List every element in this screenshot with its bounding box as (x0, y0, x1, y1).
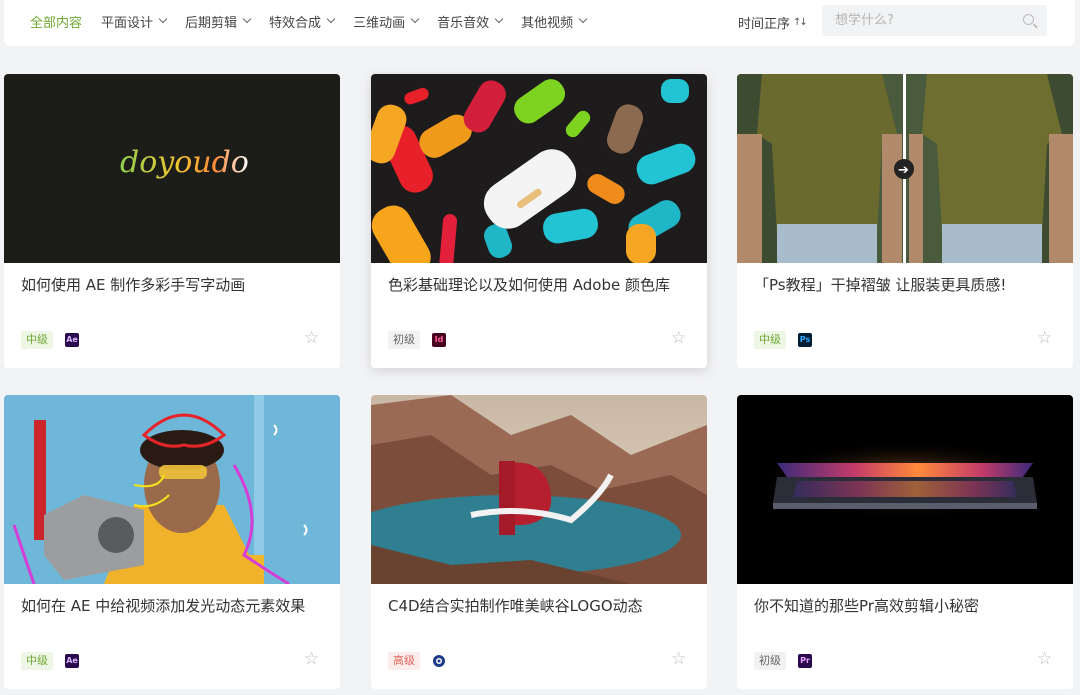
course-card[interactable]: 色彩基础理论以及如何使用 Adobe 颜色库 初级 Id ☆ (371, 74, 707, 368)
nav-item-all[interactable]: 全部内容 (30, 12, 82, 31)
search-input[interactable] (822, 5, 1015, 36)
nav-item-3d-animation[interactable]: 三维动画 (353, 12, 420, 31)
course-card[interactable]: doyoudo 如何使用 AE 制作多彩手写字动画 中级 Ae ☆ (4, 74, 340, 368)
course-thumbnail[interactable]: doyoudo (4, 74, 340, 263)
level-badge: 高级 (388, 652, 420, 670)
course-thumbnail[interactable]: ➔ (737, 74, 1073, 263)
level-badge: 初级 (754, 652, 786, 670)
chevron-down-icon (326, 14, 336, 24)
course-thumbnail[interactable] (737, 395, 1073, 584)
star-icon[interactable]: ☆ (304, 329, 319, 347)
level-badge: 中级 (21, 331, 53, 349)
chevron-down-icon (578, 14, 588, 24)
course-title[interactable]: 如何在 AE 中给视频添加发光动态元素效果 (21, 595, 305, 616)
course-thumbnail[interactable] (371, 395, 707, 584)
sort-ascending-icon: ↑↓ (793, 17, 808, 28)
course-title[interactable]: 「Ps教程」干掉褶皱 让服装更具质感! (754, 274, 1006, 295)
star-icon[interactable]: ☆ (1037, 650, 1052, 668)
indesign-icon: Id (432, 333, 446, 347)
chevron-down-icon (410, 14, 420, 24)
star-icon[interactable]: ☆ (671, 650, 686, 668)
search-box (822, 5, 1047, 36)
nav-item-vfx-compositing[interactable]: 特效合成 (269, 12, 336, 31)
nav-item-other-video[interactable]: 其他视频 (521, 12, 588, 31)
course-card[interactable]: 你不知道的那些Pr高效剪辑小秘密 初级 Pr ☆ (737, 395, 1073, 689)
course-title[interactable]: 你不知道的那些Pr高效剪辑小秘密 (754, 595, 979, 616)
logo-script-text: doyoudo (120, 145, 249, 180)
category-nav: 全部内容 平面设计 后期剪辑 特效合成 三维动画 音乐音效 其他视频 (30, 0, 605, 42)
nav-item-label: 全部内容 (30, 15, 83, 31)
course-title[interactable]: 如何使用 AE 制作多彩手写字动画 (21, 274, 245, 295)
level-badge: 中级 (21, 652, 53, 670)
after-effects-icon: Ae (65, 654, 79, 668)
nav-item-graphic-design[interactable]: 平面设计 (101, 12, 168, 31)
nav-item-label: 平面设计 (101, 15, 154, 31)
star-icon[interactable]: ☆ (1037, 329, 1052, 347)
chevron-down-icon (494, 14, 504, 24)
cinema-4d-icon (432, 654, 446, 668)
star-icon[interactable]: ☆ (671, 329, 686, 347)
course-title[interactable]: C4D结合实拍制作唯美峡谷LOGO动态 (388, 595, 643, 616)
chevron-down-icon (158, 14, 168, 24)
level-badge: 初级 (388, 331, 420, 349)
nav-item-label: 三维动画 (353, 15, 406, 31)
after-effects-icon: Ae (65, 333, 79, 347)
nav-item-label: 其他视频 (521, 15, 574, 31)
course-card[interactable]: C4D结合实拍制作唯美峡谷LOGO动态 高级 ☆ (371, 395, 707, 689)
search-icon[interactable] (1023, 14, 1034, 25)
top-filter-bar: 全部内容 平面设计 后期剪辑 特效合成 三维动画 音乐音效 其他视频 时间正序 … (4, 0, 1075, 46)
nav-item-post-editing[interactable]: 后期剪辑 (185, 12, 252, 31)
nav-item-label: 后期剪辑 (185, 15, 238, 31)
nav-item-music-sfx[interactable]: 音乐音效 (437, 12, 504, 31)
nav-item-label: 音乐音效 (437, 15, 490, 31)
sort-toggle[interactable]: 时间正序 ↑↓ (738, 13, 808, 32)
sort-label: 时间正序 (738, 17, 791, 32)
svg-text:➔: ➔ (898, 163, 909, 178)
course-card[interactable]: 如何在 AE 中给视频添加发光动态元素效果 中级 Ae ☆ (4, 395, 340, 689)
premiere-pro-icon: Pr (798, 654, 812, 668)
level-badge: 中级 (754, 331, 786, 349)
course-thumbnail[interactable] (371, 74, 707, 263)
course-title[interactable]: 色彩基础理论以及如何使用 Adobe 颜色库 (388, 274, 670, 295)
course-thumbnail[interactable] (4, 395, 340, 584)
course-card[interactable]: ➔ 「Ps教程」干掉褶皱 让服装更具质感! 中级 Ps ☆ (737, 74, 1073, 368)
nav-item-label: 特效合成 (269, 15, 322, 31)
chevron-down-icon (242, 14, 252, 24)
photoshop-icon: Ps (798, 333, 812, 347)
star-icon[interactable]: ☆ (304, 650, 319, 668)
